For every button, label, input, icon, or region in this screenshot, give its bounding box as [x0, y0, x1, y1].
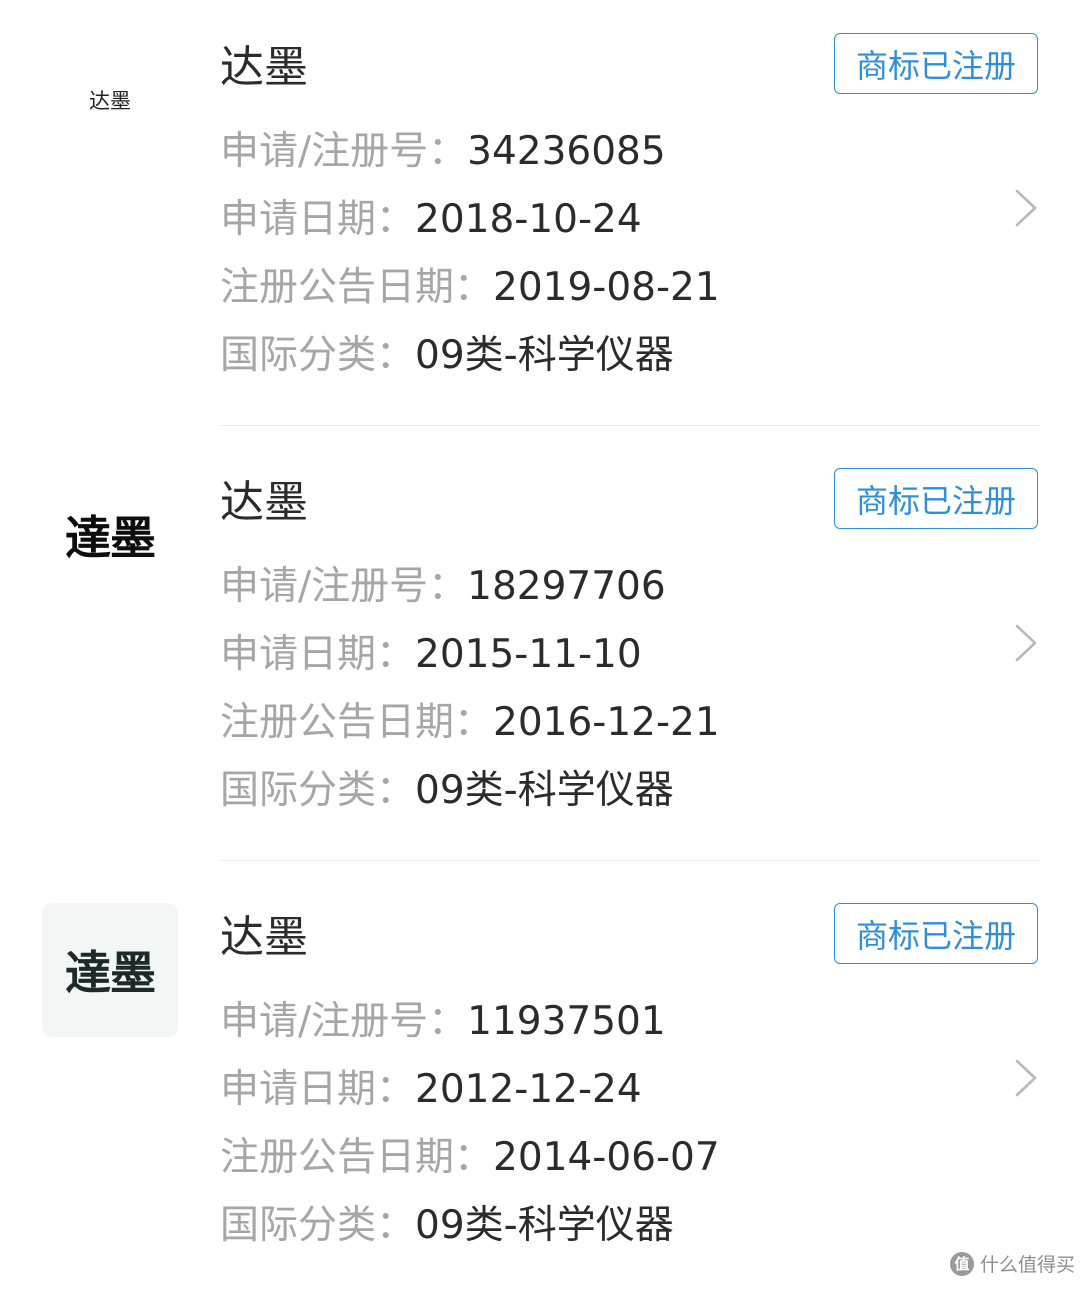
trademark-list: 达墨 达墨 商标已注册 申请/注册号：34236085 申请日期：2018-10…	[0, 0, 1080, 1286]
trademark-logo: 達墨	[42, 468, 178, 602]
publication-date-value: 2014-06-07	[493, 1135, 720, 1180]
trademark-card[interactable]: 達墨 达墨 商标已注册 申请/注册号：11937501 申请日期：2012-12…	[0, 870, 1080, 1305]
international-class-label: 国际分类：	[220, 768, 416, 813]
international-class-value: 09类-科学仪器	[415, 768, 674, 813]
application-date-value: 2012-12-24	[415, 1067, 642, 1112]
trademark-card[interactable]: 达墨 达墨 商标已注册 申请/注册号：34236085 申请日期：2018-10…	[0, 0, 1080, 435]
application-date-value: 2018-10-24	[415, 197, 642, 242]
registration-number-label: 申请/注册号：	[220, 999, 468, 1044]
publication-date-label: 注册公告日期：	[220, 700, 494, 745]
application-date-row: 申请日期：2012-12-24	[220, 1064, 642, 1116]
publication-date-row: 注册公告日期：2014-06-07	[220, 1132, 720, 1184]
trademark-logo-text: 達墨	[65, 511, 156, 565]
publication-date-value: 2019-08-21	[493, 265, 720, 310]
trademark-logo: 达墨	[42, 33, 178, 167]
registration-number-row: 申请/注册号：18297706	[220, 561, 666, 613]
international-class-row: 国际分类：09类-科学仪器	[220, 765, 674, 817]
watermark-logo-icon: 值	[950, 1251, 974, 1276]
application-date-value: 2015-11-10	[415, 632, 642, 677]
chevron-right-icon[interactable]	[1013, 1058, 1039, 1098]
registration-number-value: 34236085	[467, 129, 666, 174]
application-date-label: 申请日期：	[220, 1067, 416, 1112]
status-badge: 商标已注册	[834, 33, 1038, 94]
registration-number-value: 11937501	[467, 999, 666, 1044]
application-date-label: 申请日期：	[220, 632, 416, 677]
application-date-row: 申请日期：2018-10-24	[220, 194, 642, 246]
status-badge: 商标已注册	[834, 468, 1038, 529]
publication-date-label: 注册公告日期：	[220, 265, 494, 310]
trademark-logo: 達墨	[42, 903, 178, 1037]
trademark-name: 达墨	[220, 912, 308, 963]
trademark-name: 达墨	[220, 477, 308, 528]
registration-number-row: 申请/注册号：34236085	[220, 126, 666, 178]
publication-date-value: 2016-12-21	[493, 700, 720, 745]
publication-date-row: 注册公告日期：2016-12-21	[220, 697, 720, 749]
watermark: 值 什么值得买	[950, 1250, 1075, 1277]
registration-number-label: 申请/注册号：	[220, 129, 468, 174]
registration-number-value: 18297706	[467, 564, 666, 609]
trademark-logo-text: 达墨	[89, 89, 131, 113]
watermark-text: 什么值得买	[980, 1254, 1076, 1276]
international-class-row: 国际分类：09类-科学仪器	[220, 330, 674, 382]
divider	[220, 860, 1040, 861]
registration-number-row: 申请/注册号：11937501	[220, 996, 666, 1048]
publication-date-label: 注册公告日期：	[220, 1135, 494, 1180]
international-class-label: 国际分类：	[220, 1203, 416, 1248]
trademark-name: 达墨	[220, 42, 308, 93]
international-class-value: 09类-科学仪器	[415, 333, 674, 378]
trademark-logo-text: 達墨	[65, 946, 156, 1000]
international-class-value: 09类-科学仪器	[415, 1203, 674, 1248]
trademark-card[interactable]: 達墨 达墨 商标已注册 申请/注册号：18297706 申请日期：2015-11…	[0, 435, 1080, 870]
application-date-row: 申请日期：2015-11-10	[220, 629, 642, 681]
international-class-label: 国际分类：	[220, 333, 416, 378]
registration-number-label: 申请/注册号：	[220, 564, 468, 609]
publication-date-row: 注册公告日期：2019-08-21	[220, 262, 720, 314]
chevron-right-icon[interactable]	[1013, 623, 1039, 663]
status-badge: 商标已注册	[834, 903, 1038, 964]
application-date-label: 申请日期：	[220, 197, 416, 242]
international-class-row: 国际分类：09类-科学仪器	[220, 1200, 674, 1252]
chevron-right-icon[interactable]	[1013, 188, 1039, 228]
divider	[220, 425, 1040, 426]
